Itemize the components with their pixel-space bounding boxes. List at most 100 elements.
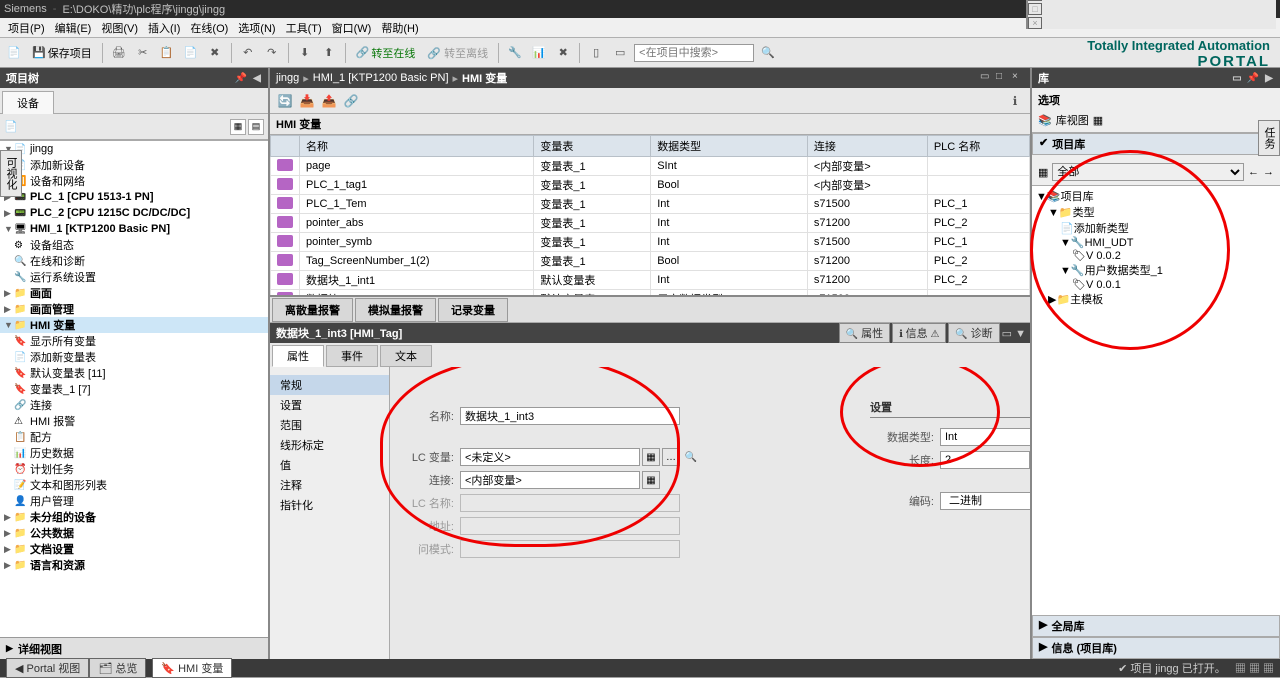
nav-item[interactable]: 线形标定 xyxy=(270,435,389,455)
paste-icon[interactable]: 📄 xyxy=(181,43,201,63)
projlib-section[interactable]: ✔项目库 xyxy=(1032,133,1280,155)
import-icon[interactable]: 📥 xyxy=(298,92,316,110)
pin-icon[interactable]: 📌 xyxy=(234,71,248,85)
tree-view-icon[interactable]: ▦ xyxy=(230,119,246,135)
menu-options[interactable]: 选项(N) xyxy=(234,20,279,36)
portal-view-button[interactable]: ◀ Portal 视图 xyxy=(6,658,89,678)
globlib-section[interactable]: ▶全局库 xyxy=(1032,615,1280,637)
nav-item[interactable]: 值 xyxy=(270,455,389,475)
tool-icon[interactable]: 🔧 xyxy=(505,43,525,63)
tree-node[interactable]: 📊历史数据 xyxy=(0,445,268,461)
tab-discrete-alarms[interactable]: 离散量报警 xyxy=(272,298,353,322)
tree-node[interactable]: ⚠HMI 报警 xyxy=(0,413,268,429)
tab-properties[interactable]: 属性 xyxy=(272,345,324,367)
tasks-sidetab[interactable]: 任务 xyxy=(1258,120,1280,156)
window-icon[interactable]: ▭ xyxy=(980,71,994,85)
tree-node[interactable]: 🔧运行系统设置 xyxy=(0,269,268,285)
tree-node[interactable]: 📋配方 xyxy=(0,429,268,445)
project-tree[interactable]: ▼📄jingg📄添加新设备📶设备和网络▶📟PLC_1 [CPU 1513-1 P… xyxy=(0,140,268,637)
refresh-icon[interactable]: 🔄 xyxy=(276,92,294,110)
lib-tree-node[interactable]: ▼🔧用户数据类型_1 xyxy=(1032,262,1280,278)
tree-node[interactable]: 📝文本和图形列表 xyxy=(0,477,268,493)
lib-collapse-icon[interactable]: ▶ xyxy=(1262,71,1276,85)
properties-nav[interactable]: 常规设置范围线形标定值注释指针化 xyxy=(270,367,390,659)
panel-icon[interactable]: ▭ ▼ xyxy=(1002,327,1026,340)
tree-view-icon-2[interactable]: ▤ xyxy=(248,119,264,135)
info-button[interactable]: ℹ 信息 ⚠ xyxy=(892,323,946,343)
device-tab[interactable]: 设备 xyxy=(2,91,54,114)
lib-tree-node[interactable]: ▼📁类型 xyxy=(1032,204,1280,220)
menu-project[interactable]: 项目(P) xyxy=(4,20,49,36)
libview-icon[interactable]: 📚 xyxy=(1038,114,1052,127)
sync-icon[interactable]: 🔗 xyxy=(342,92,360,110)
visualization-sidetab[interactable]: 可视化 xyxy=(0,150,22,197)
info-icon[interactable]: ℹ xyxy=(1006,92,1024,110)
tree-node[interactable]: ⚙设备组态 xyxy=(0,237,268,253)
plcvar-input[interactable] xyxy=(460,448,640,466)
menu-view[interactable]: 视图(V) xyxy=(97,20,142,36)
tree-node[interactable]: ⏰计划任务 xyxy=(0,461,268,477)
table-row[interactable]: Tag_ScreenNumber_1(2)变量表_1Bools71200PLC_… xyxy=(271,252,1030,271)
tree-node[interactable]: ▶📁文档设置 xyxy=(0,541,268,557)
save-project-button[interactable]: 💾 保存项目 xyxy=(28,45,96,61)
tree-node[interactable]: ▶📟PLC_1 [CPU 1513-1 PN] xyxy=(0,189,268,205)
lookup-icon[interactable]: 🔍 xyxy=(682,448,700,466)
menu-online[interactable]: 在线(O) xyxy=(186,20,232,36)
filter-icon[interactable]: ▦ xyxy=(1038,166,1048,179)
lib-tree-node[interactable]: 🏷V 0.0.1 xyxy=(1032,278,1280,291)
tool-icon-3[interactable]: ✖ xyxy=(553,43,573,63)
cut-icon[interactable]: ✂ xyxy=(133,43,153,63)
connection-input[interactable] xyxy=(460,471,640,489)
libview-grid-icon[interactable]: ▦ xyxy=(1093,114,1103,127)
tree-node[interactable]: ▶📁画面 xyxy=(0,285,268,301)
search-icon[interactable]: 🔍 xyxy=(758,43,778,63)
table-row[interactable]: page变量表_1SInt<内部变量> xyxy=(271,157,1030,176)
table-row[interactable]: pointer_abs变量表_1Ints71200PLC_2 xyxy=(271,214,1030,233)
tab-texts[interactable]: 文本 xyxy=(380,345,432,367)
tree-node[interactable]: ▶📁未分组的设备 xyxy=(0,509,268,525)
split-icon[interactable]: ▯ xyxy=(586,43,606,63)
tree-node[interactable]: 📄添加新变量表 xyxy=(0,349,268,365)
encoding-select[interactable]: 二进制 xyxy=(940,492,1030,510)
tab-events[interactable]: 事件 xyxy=(326,345,378,367)
tree-node[interactable]: 🔖变量表_1 [7] xyxy=(0,381,268,397)
nav-back-icon[interactable]: ← xyxy=(1248,166,1259,178)
lib-pin-icon-2[interactable]: 📌 xyxy=(1246,71,1260,85)
nav-item[interactable]: 范围 xyxy=(270,415,389,435)
table-row[interactable]: 数据块_1_int2默认变量表用户数据类型_1s71500 xyxy=(271,290,1030,298)
project-search-input[interactable] xyxy=(634,44,754,62)
browse-icon[interactable]: ▦ xyxy=(642,448,660,466)
table-row[interactable]: PLC_1_tag1变量表_1Bool<内部变量> xyxy=(271,176,1030,195)
go-online-button[interactable]: 🔗 转至在线 xyxy=(352,45,420,61)
menu-tools[interactable]: 工具(T) xyxy=(282,20,326,36)
menu-edit[interactable]: 编辑(E) xyxy=(51,20,96,36)
properties-button[interactable]: 🔍 属性 xyxy=(839,323,890,343)
tree-tool-icon[interactable]: 📄 xyxy=(4,120,18,133)
tool-icon-2[interactable]: 📊 xyxy=(529,43,549,63)
tree-node[interactable]: 📶设备和网络 xyxy=(0,173,268,189)
table-row[interactable]: pointer_symb变量表_1Ints71500PLC_1 xyxy=(271,233,1030,252)
diagnostics-button[interactable]: 🔍 诊断 xyxy=(948,323,999,343)
close-button[interactable]: × xyxy=(1028,17,1042,29)
tree-node[interactable]: ▶📁画面管理 xyxy=(0,301,268,317)
export-icon[interactable]: 📤 xyxy=(320,92,338,110)
delete-icon[interactable]: ✖ xyxy=(205,43,225,63)
split-icon-2[interactable]: ▭ xyxy=(610,43,630,63)
hmi-tab[interactable]: 🔖 HMI 变量 xyxy=(152,658,232,678)
maximize-editor-icon[interactable]: □ xyxy=(996,71,1010,85)
go-offline-button[interactable]: 🔗 转至离线 xyxy=(423,45,492,61)
nav-fwd-icon[interactable]: → xyxy=(1263,166,1274,178)
tree-node[interactable]: ▼📄jingg xyxy=(0,141,268,157)
menu-insert[interactable]: 插入(I) xyxy=(144,20,184,36)
tree-node[interactable]: 🔖显示所有变量 xyxy=(0,333,268,349)
table-row[interactable]: PLC_1_Tem变量表_1Ints71500PLC_1 xyxy=(271,195,1030,214)
nav-item[interactable]: 注释 xyxy=(270,475,389,495)
copy-icon[interactable]: 📋 xyxy=(157,43,177,63)
lib-tree-node[interactable]: ▼🔧HMI_UDT xyxy=(1032,236,1280,249)
tree-node[interactable]: 🔗连接 xyxy=(0,397,268,413)
detail-view-tab[interactable]: ▶详细视图 xyxy=(0,637,268,659)
tags-grid[interactable]: 名称变量表数据类型连接PLC 名称page变量表_1SInt<内部变量>PLC_… xyxy=(270,135,1030,297)
overview-tab[interactable]: 🗂 总览 xyxy=(89,658,146,678)
tab-log-tags[interactable]: 记录变量 xyxy=(438,298,508,322)
lib-tree-node[interactable]: ▶📁主模板 xyxy=(1032,291,1280,307)
